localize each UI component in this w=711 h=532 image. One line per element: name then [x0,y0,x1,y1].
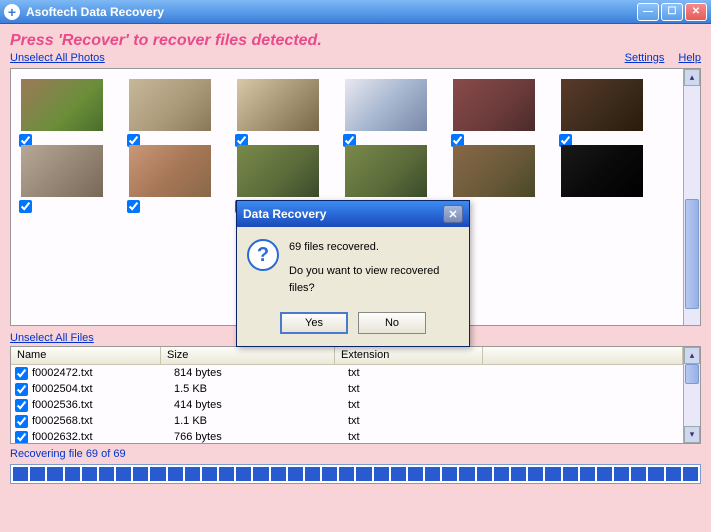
window-titlebar: + Asoftech Data Recovery — ☐ ✕ [0,0,711,24]
file-ext: txt [348,367,496,379]
window-maximize-button[interactable]: ☐ [661,3,683,21]
instruction-text: Press 'Recover' to recover files detecte… [10,32,701,50]
scroll-thumb[interactable] [685,199,699,309]
file-ext: txt [348,383,496,395]
scroll-down-icon[interactable]: ▾ [684,426,700,443]
table-row[interactable]: f0002536.txt414 bytestxt [11,397,683,413]
dialog-close-button[interactable]: ✕ [443,205,463,223]
file-panel: Name Size Extension f0002472.txt814 byte… [10,346,701,444]
help-link[interactable]: Help [678,52,701,64]
photo-scrollbar[interactable]: ▴ [683,69,700,325]
photo-thumb[interactable] [21,145,103,197]
window-close-button[interactable]: ✕ [685,3,707,21]
file-scrollbar[interactable]: ▴ ▾ [683,347,700,443]
file-size: 814 bytes [174,367,348,379]
photo-thumb[interactable] [345,79,427,131]
dialog-title: Data Recovery [243,207,443,221]
dialog-titlebar: Data Recovery ✕ [237,201,469,227]
file-name: f0002568.txt [32,415,174,427]
scroll-up-icon[interactable]: ▴ [684,69,700,86]
photo-thumb[interactable] [561,79,643,131]
table-row[interactable]: f0002504.txt1.5 KBtxt [11,381,683,397]
photo-checkbox[interactable] [127,200,140,213]
file-size: 766 bytes [174,431,348,443]
dialog-line1: 69 files recovered. [289,239,459,257]
file-ext: txt [348,399,496,411]
window-title: Asoftech Data Recovery [26,5,637,19]
scroll-up-icon[interactable]: ▴ [684,347,700,364]
window-minimize-button[interactable]: — [637,3,659,21]
dialog-message: 69 files recovered. Do you want to view … [289,239,459,298]
progress-bar [10,464,701,484]
photo-thumb[interactable] [345,145,427,197]
file-checkbox[interactable] [15,383,28,396]
no-button[interactable]: No [358,312,426,334]
photo-thumb[interactable] [129,145,211,197]
photo-thumb[interactable] [21,79,103,131]
file-name: f0002536.txt [32,399,174,411]
scroll-thumb[interactable] [685,364,699,384]
file-name: f0002472.txt [32,367,174,379]
file-size: 1.1 KB [174,415,348,427]
question-icon: ? [247,239,279,271]
dialog-line2: Do you want to view recovered files? [289,263,459,298]
file-checkbox[interactable] [15,415,28,428]
settings-link[interactable]: Settings [625,52,665,64]
table-row[interactable]: f0002472.txt814 bytestxt [11,365,683,381]
photo-thumb[interactable] [129,79,211,131]
unselect-all-photos-link[interactable]: Unselect All Photos [10,52,105,64]
file-checkbox[interactable] [15,367,28,380]
column-header-extension[interactable]: Extension [335,347,483,364]
file-size: 414 bytes [174,399,348,411]
file-size: 1.5 KB [174,383,348,395]
photo-thumb[interactable] [453,79,535,131]
file-table-header: Name Size Extension [11,347,683,365]
file-checkbox[interactable] [15,431,28,444]
status-text: Recovering file 69 of 69 [10,448,701,460]
column-header-name[interactable]: Name [11,347,161,364]
photo-thumb[interactable] [237,145,319,197]
column-header-size[interactable]: Size [161,347,335,364]
file-name: f0002504.txt [32,383,174,395]
file-ext: txt [348,415,496,427]
yes-button[interactable]: Yes [280,312,348,334]
photo-thumb[interactable] [453,145,535,197]
column-header-empty [483,347,683,364]
photo-thumb[interactable] [561,145,643,197]
file-rows: f0002472.txt814 bytestxt f0002504.txt1.5… [11,365,683,443]
file-ext: txt [348,431,496,443]
app-logo-icon: + [4,4,20,20]
photo-checkbox[interactable] [19,200,32,213]
photo-thumb[interactable] [237,79,319,131]
file-checkbox[interactable] [15,399,28,412]
dialog-data-recovery: Data Recovery ✕ ? 69 files recovered. Do… [236,200,470,347]
table-row[interactable]: f0002568.txt1.1 KBtxt [11,413,683,429]
file-name: f0002632.txt [32,431,174,443]
table-row[interactable]: f0002632.txt766 bytestxt [11,429,683,443]
